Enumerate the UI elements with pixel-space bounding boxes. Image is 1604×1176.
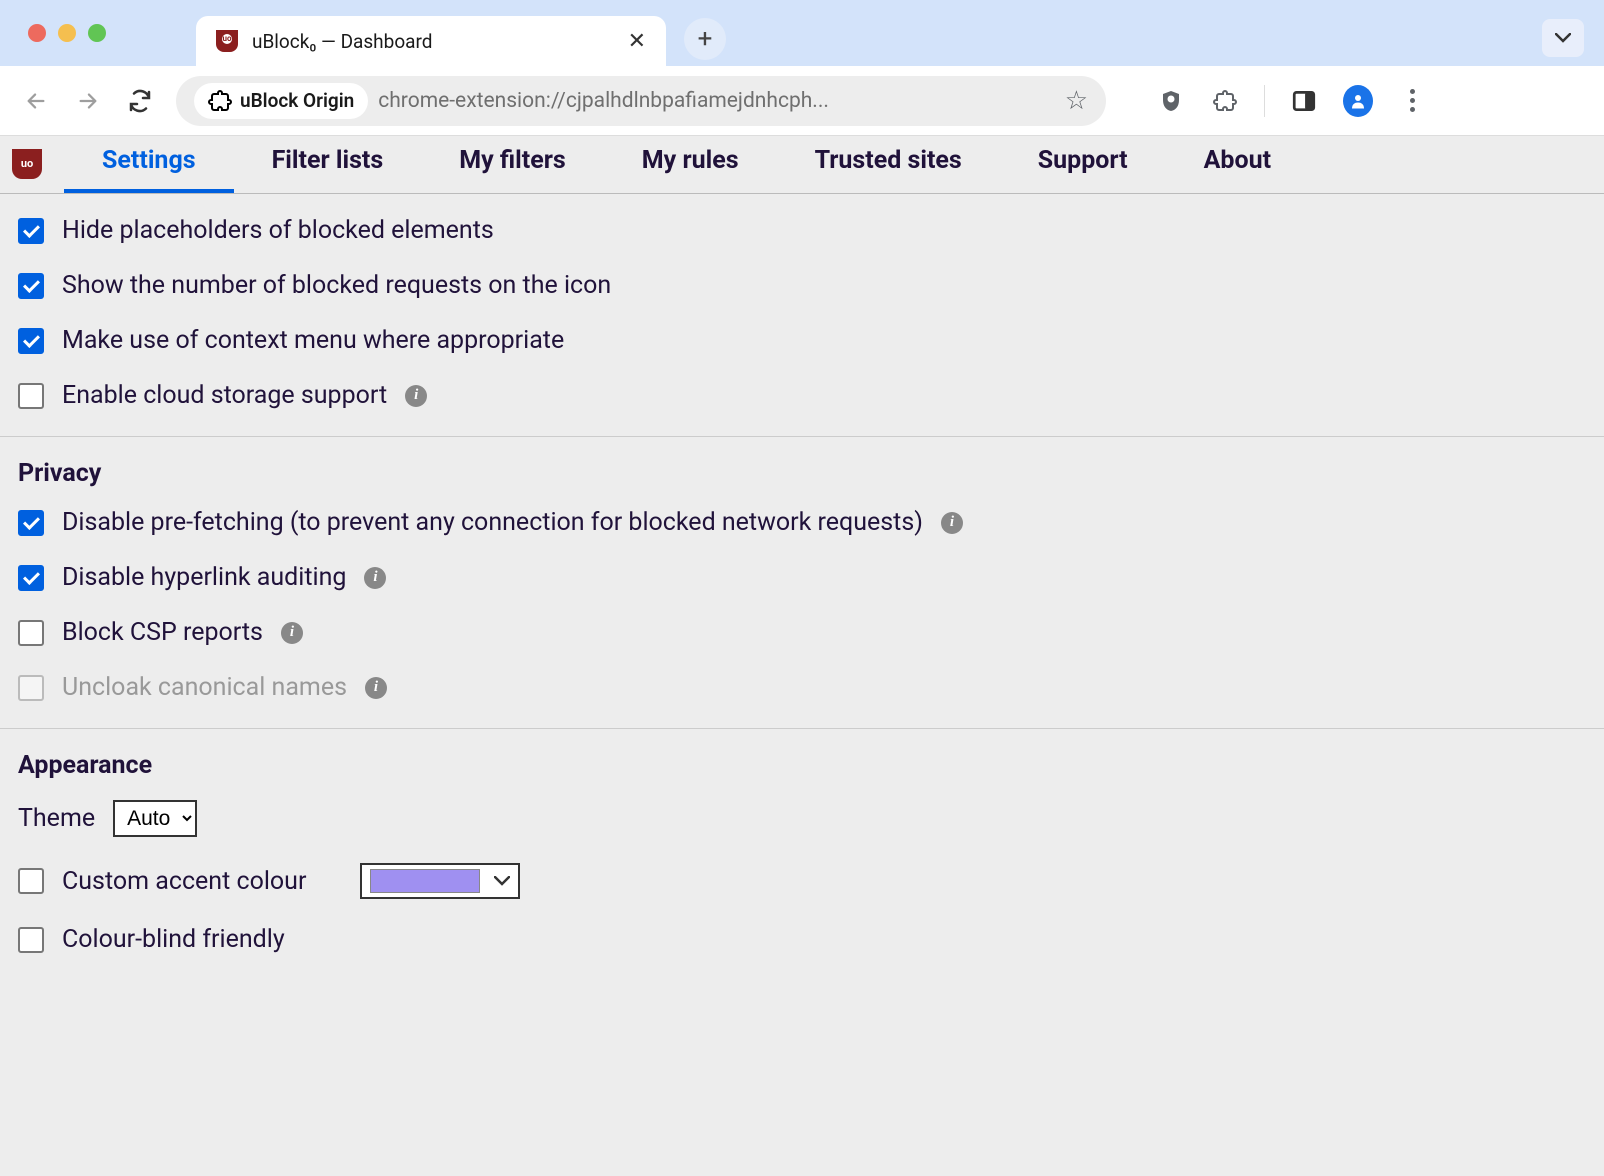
custom-accent-label: Custom accent colour xyxy=(62,867,306,896)
privacy-row-2: Block CSP reports i xyxy=(18,618,1586,647)
chevron-down-icon xyxy=(494,876,510,886)
bookmark-button[interactable]: ☆ xyxy=(1065,86,1088,116)
general-row-1: Show the number of blocked requests on t… xyxy=(18,271,1586,300)
extension-icon xyxy=(208,89,232,113)
new-tab-button[interactable]: + xyxy=(684,18,726,60)
nav-tab-support[interactable]: Support xyxy=(1000,132,1166,193)
profile-avatar-icon xyxy=(1343,85,1373,117)
custom-accent-row: Custom accent colour xyxy=(18,863,1586,899)
browser-tab[interactable]: uBlock₀ — Dashboard ✕ xyxy=(196,16,666,66)
url-text: chrome-extension://cjpalhdlnbpafiamejdnh… xyxy=(378,89,1054,113)
kebab-menu-icon xyxy=(1410,89,1415,112)
dashboard-nav: SettingsFilter listsMy filtersMy rulesTr… xyxy=(0,136,1604,194)
profile-button[interactable] xyxy=(1343,85,1373,117)
privacy-checkbox-1[interactable] xyxy=(18,565,44,591)
colorblind-row: Colour-blind friendly xyxy=(18,925,1586,954)
forward-button[interactable] xyxy=(72,90,104,112)
privacy-checkbox-2[interactable] xyxy=(18,620,44,646)
tab-close-button[interactable]: ✕ xyxy=(628,29,646,54)
window-controls xyxy=(28,24,106,42)
theme-select[interactable]: Auto xyxy=(113,800,197,837)
privacy-row-1: Disable hyperlink auditing i xyxy=(18,563,1586,592)
reload-button[interactable] xyxy=(124,89,156,113)
window-maximize-button[interactable] xyxy=(88,24,106,42)
custom-accent-checkbox[interactable] xyxy=(18,868,44,894)
general-label-2: Make use of context menu where appropria… xyxy=(62,326,564,355)
window-minimize-button[interactable] xyxy=(58,24,76,42)
privacy-section-title: Privacy xyxy=(18,459,1586,488)
privacy-label-2: Block CSP reports xyxy=(62,618,263,647)
arrow-right-icon xyxy=(77,90,99,112)
toolbar-divider xyxy=(1264,85,1265,117)
back-button[interactable] xyxy=(20,90,52,112)
info-icon[interactable]: i xyxy=(405,385,427,407)
chevron-down-icon xyxy=(1555,33,1571,43)
privacy-section: Privacy Disable pre-fetching (to prevent… xyxy=(0,437,1604,729)
nav-tab-filter-lists[interactable]: Filter lists xyxy=(234,132,422,193)
general-row-3: Enable cloud storage support i xyxy=(18,381,1586,410)
general-checkbox-0[interactable] xyxy=(18,218,44,244)
general-label-1: Show the number of blocked requests on t… xyxy=(62,271,611,300)
general-row-2: Make use of context menu where appropria… xyxy=(18,326,1586,355)
browser-toolbar: uBlock Origin chrome-extension://cjpalhd… xyxy=(0,66,1604,136)
tab-title: uBlock₀ — Dashboard xyxy=(252,30,614,53)
general-checkbox-2[interactable] xyxy=(18,328,44,354)
nav-tab-settings[interactable]: Settings xyxy=(64,132,234,193)
window-close-button[interactable] xyxy=(28,24,46,42)
nav-tab-my-filters[interactable]: My filters xyxy=(421,132,604,193)
nav-tab-trusted-sites[interactable]: Trusted sites xyxy=(777,132,1000,193)
ublock-logo-icon xyxy=(12,149,42,179)
privacy-row-0: Disable pre-fetching (to prevent any con… xyxy=(18,508,1586,537)
browser-chrome: uBlock₀ — Dashboard ✕ + xyxy=(0,0,1604,66)
general-label-3: Enable cloud storage support xyxy=(62,381,387,410)
colorblind-label: Colour-blind friendly xyxy=(62,925,285,954)
privacy-label-1: Disable hyperlink auditing xyxy=(62,563,346,592)
info-icon[interactable]: i xyxy=(364,567,386,589)
reload-icon xyxy=(128,89,152,113)
accent-color-picker[interactable] xyxy=(360,863,520,899)
privacy-row-3: Uncloak canonical names i xyxy=(18,673,1586,702)
panel-icon xyxy=(1291,88,1317,114)
ublock-favicon-icon xyxy=(216,30,238,52)
appearance-section-title: Appearance xyxy=(18,751,1586,780)
arrow-left-icon xyxy=(25,90,47,112)
extensions-button[interactable] xyxy=(1210,89,1240,113)
info-icon[interactable]: i xyxy=(281,622,303,644)
browser-menu-button[interactable] xyxy=(1397,89,1427,112)
general-checkbox-1[interactable] xyxy=(18,273,44,299)
colorblind-checkbox[interactable] xyxy=(18,927,44,953)
general-section: Hide placeholders of blocked elements Sho… xyxy=(0,194,1604,437)
tabs-dropdown-button[interactable] xyxy=(1542,19,1584,57)
extension-name: uBlock Origin xyxy=(240,89,354,112)
theme-row: Theme Auto xyxy=(18,800,1586,837)
privacy-label-3: Uncloak canonical names xyxy=(62,673,347,702)
privacy-label-0: Disable pre-fetching (to prevent any con… xyxy=(62,508,923,537)
theme-label: Theme xyxy=(18,804,95,833)
extension-chip[interactable]: uBlock Origin xyxy=(194,83,368,119)
puzzle-icon xyxy=(1213,89,1237,113)
settings-content: Hide placeholders of blocked elements Sho… xyxy=(0,194,1604,980)
shield-icon xyxy=(1159,89,1183,113)
side-panel-button[interactable] xyxy=(1289,88,1319,114)
info-icon[interactable]: i xyxy=(941,512,963,534)
privacy-checkbox-3 xyxy=(18,675,44,701)
address-bar[interactable]: uBlock Origin chrome-extension://cjpalhd… xyxy=(176,76,1106,126)
general-label-0: Hide placeholders of blocked elements xyxy=(62,216,494,245)
ublock-toolbar-button[interactable] xyxy=(1156,89,1186,113)
general-row-0: Hide placeholders of blocked elements xyxy=(18,216,1586,245)
toolbar-icons xyxy=(1156,85,1427,117)
color-swatch xyxy=(370,869,480,893)
info-icon[interactable]: i xyxy=(365,677,387,699)
privacy-checkbox-0[interactable] xyxy=(18,510,44,536)
nav-tab-my-rules[interactable]: My rules xyxy=(604,132,777,193)
appearance-section: Appearance Theme Auto Custom accent colo… xyxy=(0,729,1604,980)
general-checkbox-3[interactable] xyxy=(18,383,44,409)
nav-tab-about[interactable]: About xyxy=(1166,132,1309,193)
